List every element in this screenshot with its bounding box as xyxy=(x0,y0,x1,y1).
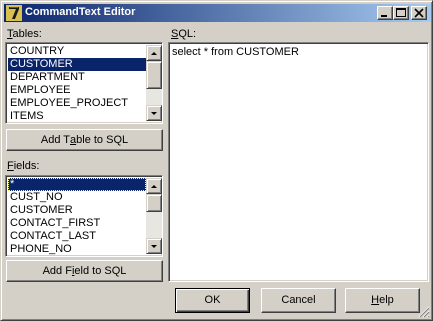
field-list-item[interactable]: CUST_NO xyxy=(8,191,146,204)
arrow-up-icon xyxy=(151,52,157,55)
scroll-thumb[interactable] xyxy=(146,61,162,89)
size-grip-icon[interactable] xyxy=(418,306,430,318)
sql-label: SQL: xyxy=(171,28,197,40)
arrow-down-icon xyxy=(151,245,157,248)
table-list-item[interactable]: COUNTRY xyxy=(8,45,146,58)
fields-listbox[interactable]: * CUST_NO CUSTOMER CONTACT_FIRST CONTACT… xyxy=(5,175,163,257)
title-bar[interactable]: CommandText Editor xyxy=(4,4,431,22)
cancel-button[interactable]: Cancel xyxy=(261,288,336,313)
tables-scrollbar[interactable] xyxy=(146,45,162,121)
maximize-icon xyxy=(396,8,406,17)
field-list-item[interactable]: PHONE_NO xyxy=(8,243,146,256)
window-title: CommandText Editor xyxy=(25,6,136,18)
field-list-item[interactable]: CONTACT_FIRST xyxy=(8,217,146,230)
tables-label: Tables: xyxy=(7,28,42,40)
add-table-to-sql-button[interactable]: Add Table to SQL xyxy=(6,129,163,151)
table-list-item[interactable]: EMPLOYEE xyxy=(8,84,146,97)
scroll-up-button[interactable] xyxy=(146,178,162,194)
scroll-down-button[interactable] xyxy=(146,105,162,121)
scroll-thumb[interactable] xyxy=(146,194,162,212)
scroll-up-button[interactable] xyxy=(146,45,162,61)
ok-button[interactable]: OK xyxy=(175,288,250,313)
arrow-down-icon xyxy=(151,112,157,115)
sql-textarea[interactable]: select * from CUSTOMER xyxy=(168,42,429,282)
table-list-item[interactable]: CUSTOMER xyxy=(8,58,146,71)
field-list-item[interactable]: * xyxy=(8,178,146,191)
tables-listbox[interactable]: COUNTRY CUSTOMER DEPARTMENT EMPLOYEE EMP… xyxy=(5,42,163,124)
add-field-to-sql-button[interactable]: Add Field to SQL xyxy=(6,260,163,282)
app-logo-icon xyxy=(6,5,22,21)
help-button[interactable]: Help xyxy=(345,288,420,313)
fields-label: Fields: xyxy=(7,160,40,172)
field-list-item[interactable]: CUSTOMER xyxy=(8,204,146,217)
commandtext-editor-window: CommandText Editor Tables: COUNTRY CUSTO… xyxy=(0,0,433,321)
table-list-item[interactable]: ITEMS xyxy=(8,110,146,123)
fields-scrollbar[interactable] xyxy=(146,178,162,254)
minimize-button[interactable] xyxy=(377,6,393,20)
close-button[interactable] xyxy=(411,6,427,20)
field-list-item[interactable]: CONTACT_LAST xyxy=(8,230,146,243)
minimize-icon xyxy=(381,15,387,17)
scroll-down-button[interactable] xyxy=(146,238,162,254)
table-list-item[interactable]: DEPARTMENT xyxy=(8,71,146,84)
maximize-button[interactable] xyxy=(393,6,409,20)
arrow-up-icon xyxy=(151,185,157,188)
table-list-item[interactable]: EMPLOYEE_PROJECT xyxy=(8,97,146,110)
close-icon xyxy=(414,8,424,18)
sql-text[interactable]: select * from CUSTOMER xyxy=(172,46,299,58)
